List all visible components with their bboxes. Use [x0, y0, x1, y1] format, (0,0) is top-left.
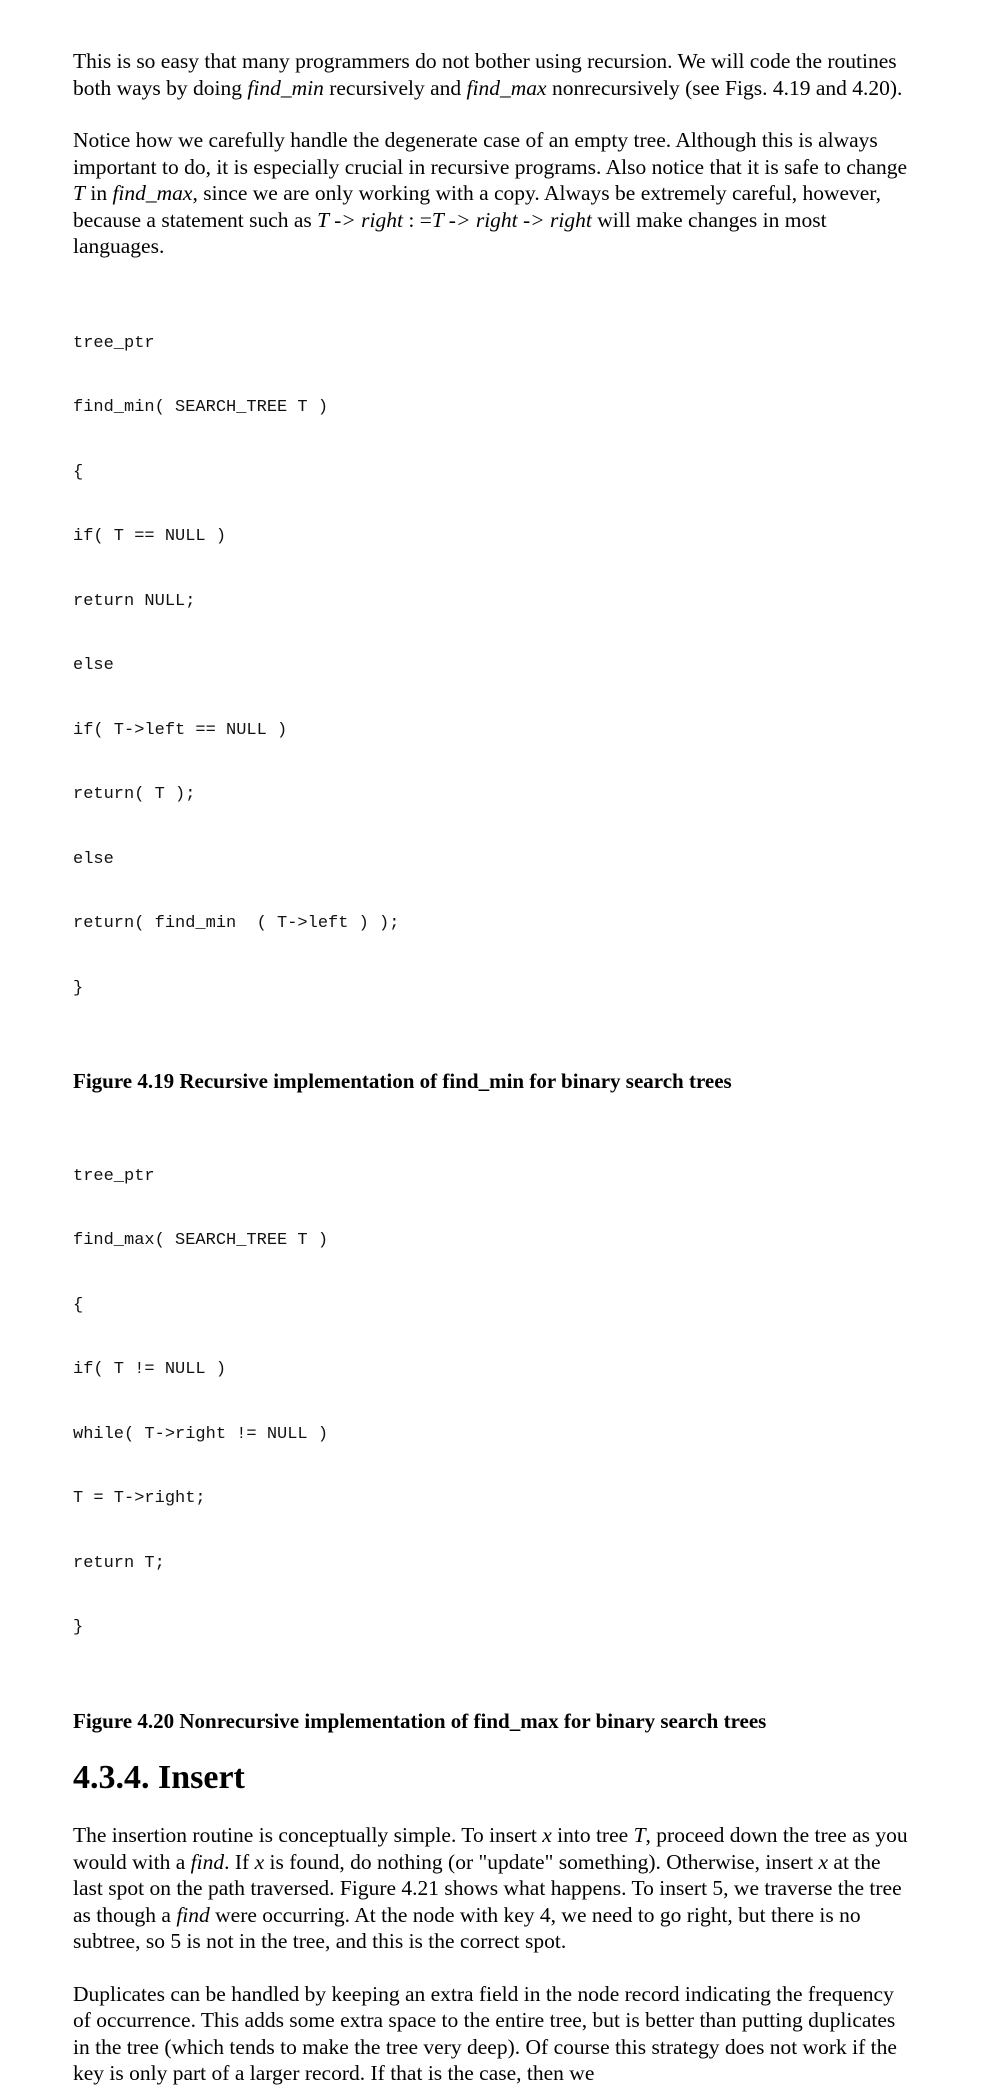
italic-run: x [542, 1823, 552, 1847]
figure-caption-4-19: Figure 4.19 Recursive implementation of … [73, 1069, 732, 1093]
text-run: Notice how we carefully handle the degen… [73, 128, 908, 179]
code-block-find-min: tree_ptr find_min( SEARCH_TREE T ) { if(… [73, 290, 913, 1043]
code-line: else [73, 849, 114, 869]
code-line: T = T->right; [73, 1489, 206, 1508]
text-run: : = [402, 207, 432, 232]
italic-run: T -> right [317, 207, 403, 232]
text-run: nonrecursively (see Figs. 4.19 and 4.20)… [546, 75, 903, 100]
text-run: in [84, 181, 113, 205]
code-line: return( T ); [73, 785, 196, 804]
code-line: { [73, 1295, 84, 1315]
text-run: recursively and [323, 75, 467, 100]
code-line: else [73, 656, 114, 675]
code-line: { [73, 462, 84, 482]
section-heading: 4.3.4. Insert [73, 1759, 245, 1796]
italic-run: T -> right -> right [431, 207, 592, 232]
paragraph-intro: This is so easy that many programmers do… [73, 48, 913, 101]
italic-run: find_max [112, 181, 193, 205]
code-line: return T; [73, 1553, 165, 1573]
text-run: is found, do nothing (or "update" someth… [264, 1849, 819, 1874]
figure-caption-4-20: Figure 4.20 Nonrecursive implementation … [73, 1708, 767, 1733]
italic-run: find_max [466, 75, 547, 100]
italic-run: find [190, 1849, 225, 1874]
code-line: if( T->left == NULL ) [73, 720, 288, 740]
italic-run: T [633, 1823, 646, 1847]
code-line: tree_ptr [73, 333, 155, 353]
paragraph-duplicates: Duplicates can be handled by keeping an … [73, 1981, 897, 2086]
italic-run: find [176, 1902, 210, 1927]
code-line: tree_ptr [73, 1166, 155, 1186]
italic-run: x [818, 1849, 829, 1874]
code-line: } [73, 978, 84, 998]
italic-run: x [254, 1849, 265, 1874]
code-line: while( T->right != NULL ) [73, 1424, 329, 1444]
code-line: return NULL; [73, 591, 196, 611]
code-line: find_min( SEARCH_TREE T ) [73, 398, 329, 417]
code-line: if( T != NULL ) [73, 1360, 227, 1379]
italic-run: find_min [247, 75, 324, 100]
text-run: into tree [551, 1823, 634, 1847]
italic-run: T [73, 181, 85, 205]
code-line: } [73, 1618, 84, 1637]
document-page: This is so easy that many programmers do… [73, 48, 913, 2087]
paragraph-degenerate-case: Notice how we carefully handle the degen… [73, 127, 913, 260]
text-run: . If [224, 1849, 255, 1874]
code-line: if( T == NULL ) [73, 527, 227, 546]
code-block-find-max: tree_ptr find_max( SEARCH_TREE T ) { if(… [73, 1123, 913, 1682]
text-run: The insertion routine is conceptually si… [73, 1823, 543, 1847]
code-line: return( find_min ( T->left ) ); [73, 914, 400, 933]
code-line: find_max( SEARCH_TREE T ) [73, 1231, 329, 1250]
paragraph-insertion: The insertion routine is conceptually si… [73, 1822, 913, 1955]
